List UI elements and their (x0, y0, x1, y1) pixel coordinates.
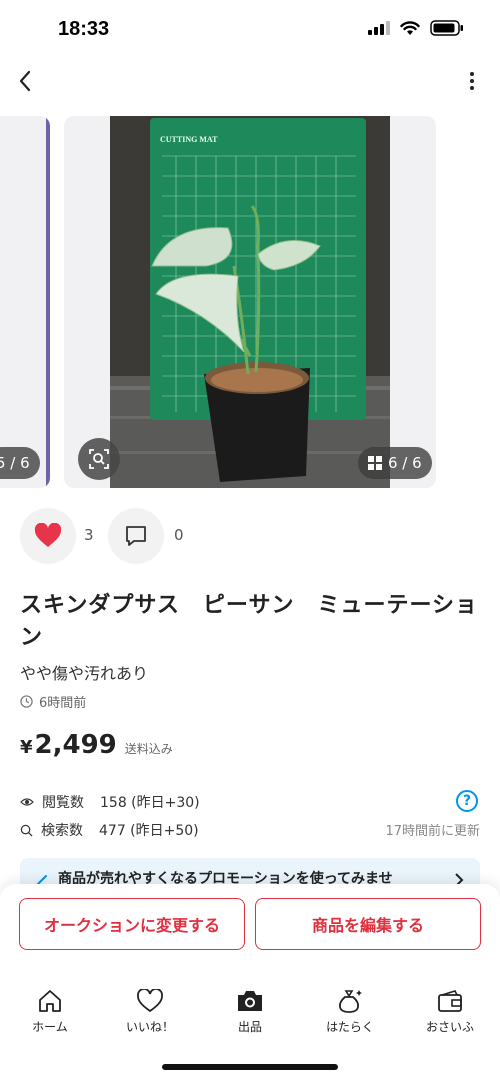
item-condition: やや傷や汚れあり (20, 664, 149, 683)
more-options-button[interactable] (464, 68, 480, 94)
edit-item-button[interactable]: 商品を編集する (255, 898, 481, 950)
main-photo[interactable]: CUTTING MAT (64, 116, 436, 488)
change-to-auction-button[interactable]: オークションに変更する (19, 898, 245, 950)
item-stats: 閲覧数 158 (昨日+30) 検索数 477 (昨日+50) ? 17時間前に… (20, 790, 480, 846)
back-button[interactable] (10, 66, 40, 96)
more-dot-icon (470, 79, 474, 83)
mat-label: CUTTING MAT (160, 135, 218, 144)
currency-symbol: ¥ (20, 737, 33, 758)
like-count: 3 (84, 526, 94, 544)
status-bar: 18:33 (0, 0, 500, 60)
status-time: 18:33 (58, 18, 110, 40)
previous-photo-counter: 5 / 6 (0, 447, 40, 479)
help-button[interactable]: ? (456, 790, 478, 812)
bottom-action-panel: オークションに変更する 商品を編集する (0, 884, 500, 1080)
previous-photo[interactable] (0, 116, 50, 488)
heart-icon (34, 523, 62, 547)
home-icon (39, 990, 61, 1012)
image-search-button[interactable] (78, 438, 120, 480)
battery-icon (430, 20, 463, 36)
item-actions: 3 0 (20, 508, 480, 564)
comment-icon (126, 526, 146, 546)
tab-work[interactable]: はたらく (300, 988, 400, 1048)
photo-carousel[interactable]: 5 / 6 CUTTING MAT 6 / 6 (0, 116, 500, 488)
wallet-icon (438, 990, 462, 1012)
price: ¥ 2,499 送料込み (20, 730, 173, 760)
more-dot-icon (470, 86, 474, 90)
status-icons (368, 20, 464, 36)
tab-wallet[interactable]: おさいふ (400, 988, 500, 1048)
tab-home[interactable]: ホーム (0, 988, 100, 1048)
nav-bar (0, 60, 500, 104)
tab-sell[interactable]: 出品 (200, 988, 300, 1048)
tab-likes[interactable]: いいね！ (100, 988, 200, 1048)
eye-icon (20, 798, 34, 806)
more-dot-icon (470, 72, 474, 76)
camera-icon (238, 991, 262, 1011)
price-value: 2,499 (34, 730, 117, 760)
comment-button[interactable] (108, 508, 164, 564)
updated-time: 17時間前に更新 (385, 824, 480, 839)
chevron-left-icon (19, 70, 31, 92)
search-icon (20, 824, 33, 836)
clock-icon (20, 695, 33, 708)
tab-bar: ホーム いいね！ 出品 はたらく おさいふ (0, 988, 500, 1048)
comment-count: 0 (174, 526, 184, 544)
wifi-icon (400, 20, 420, 35)
image-search-icon (89, 449, 109, 469)
plant-photo: CUTTING MAT (110, 116, 390, 488)
posted-time: 6時間前 (20, 692, 86, 711)
views-row: 閲覧数 158 (昨日+30) (20, 790, 480, 814)
money-bag-icon (338, 990, 362, 1013)
home-indicator (162, 1064, 338, 1070)
item-title: スキンダプサス ピーサン ミューテーション (20, 593, 479, 650)
grid-icon (368, 456, 382, 470)
heart-outline-icon (137, 989, 163, 1013)
signal-icon (368, 21, 390, 35)
like-button[interactable] (20, 508, 76, 564)
photo-counter[interactable]: 6 / 6 (358, 447, 432, 479)
shipping-note: 送料込み (124, 742, 173, 756)
